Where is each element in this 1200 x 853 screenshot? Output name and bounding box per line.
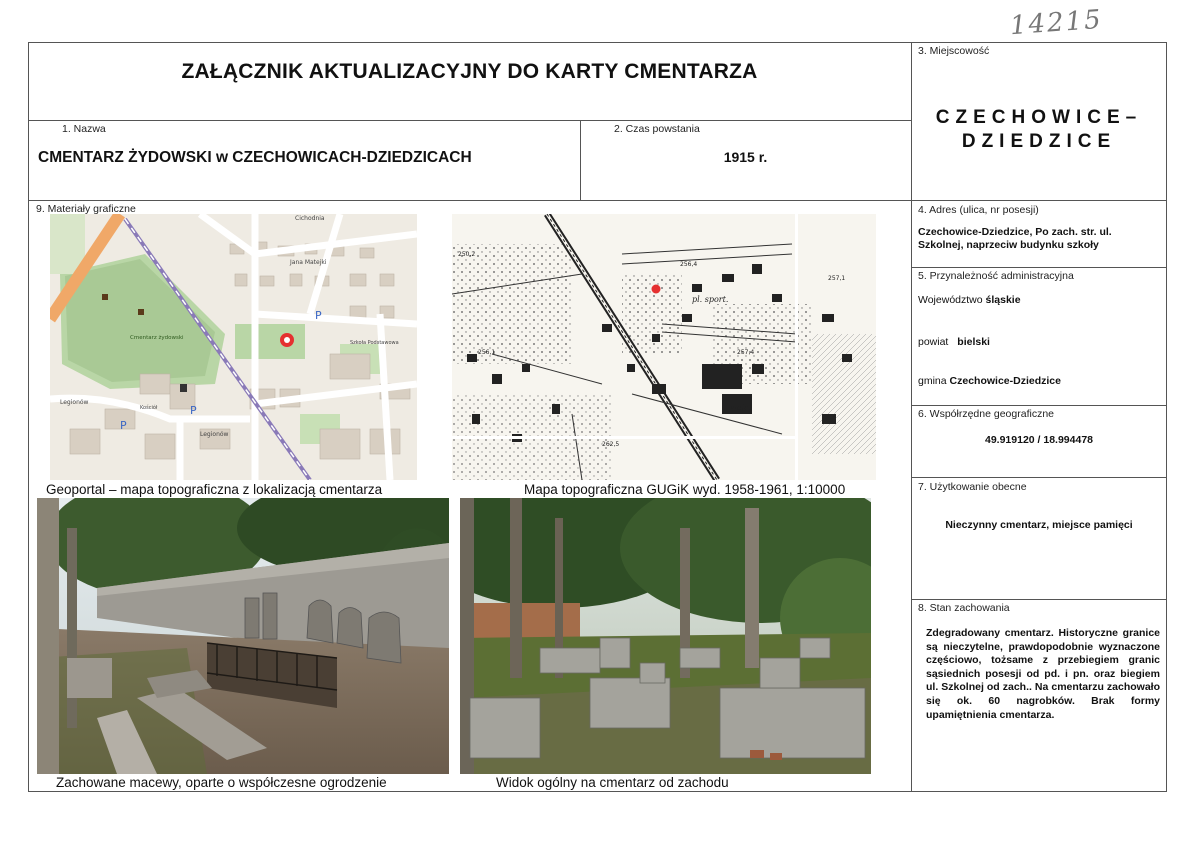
powiat-value: bielski: [957, 336, 990, 348]
map1-label: Szkoła Podstawowa: [350, 340, 399, 346]
photo-matzevot-wall: [37, 498, 449, 774]
svg-text:P: P: [315, 309, 322, 322]
divider: [28, 200, 1167, 201]
field-address-value: Czechowice-Dziedzice, Po zach. str. ul. …: [918, 226, 1112, 251]
gmina-label: gmina: [918, 375, 947, 387]
map-geoportal-graphic: P P P Cichodnia Jana Matejki Cmentarz ży…: [50, 214, 417, 480]
divider: [28, 120, 911, 121]
svg-text:P: P: [120, 419, 127, 432]
field-place-line1: CZECHOWICE–: [935, 107, 1143, 128]
gmina-value: Czechowice-Dziedzice: [949, 375, 1061, 387]
field-place-line2: DZIEDZICE: [961, 131, 1117, 152]
field-date-value: 1915 r.: [723, 149, 768, 165]
wojewodztwo-value: śląskie: [985, 294, 1021, 306]
field-coords-label: 6. Współrzędne geograficzne: [918, 408, 1054, 420]
field-admin-gmina: gmina Czechowice-Dziedzice: [918, 375, 1061, 387]
field-name-value: CMENTARZ ŻYDOWSKI w CZECHOWICACH-DZIEDZI…: [38, 149, 472, 166]
map-gugik-caption: Mapa topograficzna GUGiK wyd. 1958-1961,…: [524, 482, 846, 497]
map1-label: Cmentarz żydowski: [130, 335, 184, 341]
divider: [911, 405, 1167, 406]
photo-general-caption: Widok ogólny na cmentarz od zachodu: [496, 775, 729, 790]
map2-label: walc.: [730, 403, 751, 412]
field-usage-value: Nieczynny cmentarz, miejsce pamięci: [945, 519, 1133, 531]
page-title: ZAŁĄCZNIK AKTUALIZACYJNY DO KARTY CMENTA…: [181, 60, 758, 83]
map1-label: Jana Matejki: [289, 259, 327, 266]
field-admin-powiat: powiat bielski: [918, 336, 990, 348]
field-place-value: CZECHOWICE– DZIEDZICE: [911, 106, 1167, 154]
map2-label: 257,4: [737, 349, 754, 356]
divider: [911, 599, 1167, 600]
field-date-label: 2. Czas powstania: [614, 123, 700, 135]
photo-matzevot-graphic: [37, 498, 449, 774]
handwritten-number: 14215: [1009, 4, 1104, 42]
field-admin-label: 5. Przynależność administracyjna: [918, 270, 1074, 282]
field-coords-value: 49.919120 / 18.994478: [984, 434, 1094, 446]
map-gugik: 250,2 256,4 257,1 256,1 257,4 pl. sport.…: [452, 214, 876, 480]
map1-label: Cichodnia: [295, 215, 325, 222]
field-place-label: 3. Miejscowość: [918, 45, 990, 57]
map1-label: Kościół: [140, 404, 158, 411]
map1-label: Legionów: [200, 431, 229, 438]
field-name-label: 1. Nazwa: [62, 123, 106, 135]
photo-general-view: [460, 498, 871, 774]
field-address-label: 4. Adres (ulica, nr posesji): [918, 204, 1039, 216]
field-usage-label: 7. Użytkowanie obecne: [918, 481, 1027, 493]
svg-text:P: P: [190, 404, 197, 417]
field-condition-label: 8. Stan zachowania: [918, 602, 1010, 614]
divider: [911, 267, 1167, 268]
map2-label: 257,1: [828, 275, 845, 282]
field-admin-wojewodztwo: Województwo śląskie: [918, 294, 1021, 306]
map2-label: 250,2: [458, 251, 475, 258]
wojewodztwo-label: Województwo: [918, 294, 983, 306]
map2-label: 262,5: [602, 441, 619, 448]
divider: [911, 42, 912, 792]
map-gugik-graphic: 250,2 256,4 257,1 256,1 257,4 pl. sport.…: [452, 214, 876, 480]
map2-label: 256,4: [680, 261, 697, 268]
field-condition-value: Zdegradowany cmentarz. Historyczne grani…: [926, 627, 1160, 721]
map2-label: pl. sport.: [692, 295, 728, 304]
map1-label: Legionów: [60, 399, 89, 406]
divider: [911, 477, 1167, 478]
map2-label: 256,1: [478, 349, 495, 356]
powiat-label: powiat: [918, 336, 949, 348]
photo-general-graphic: [460, 498, 871, 774]
map-geoportal-caption: Geoportal – mapa topograficzna z lokaliz…: [46, 482, 383, 497]
map-geoportal: P P P Cichodnia Jana Matejki Cmentarz ży…: [50, 214, 417, 480]
photo-matzevot-caption: Zachowane macewy, oparte o współczesne o…: [56, 775, 387, 790]
